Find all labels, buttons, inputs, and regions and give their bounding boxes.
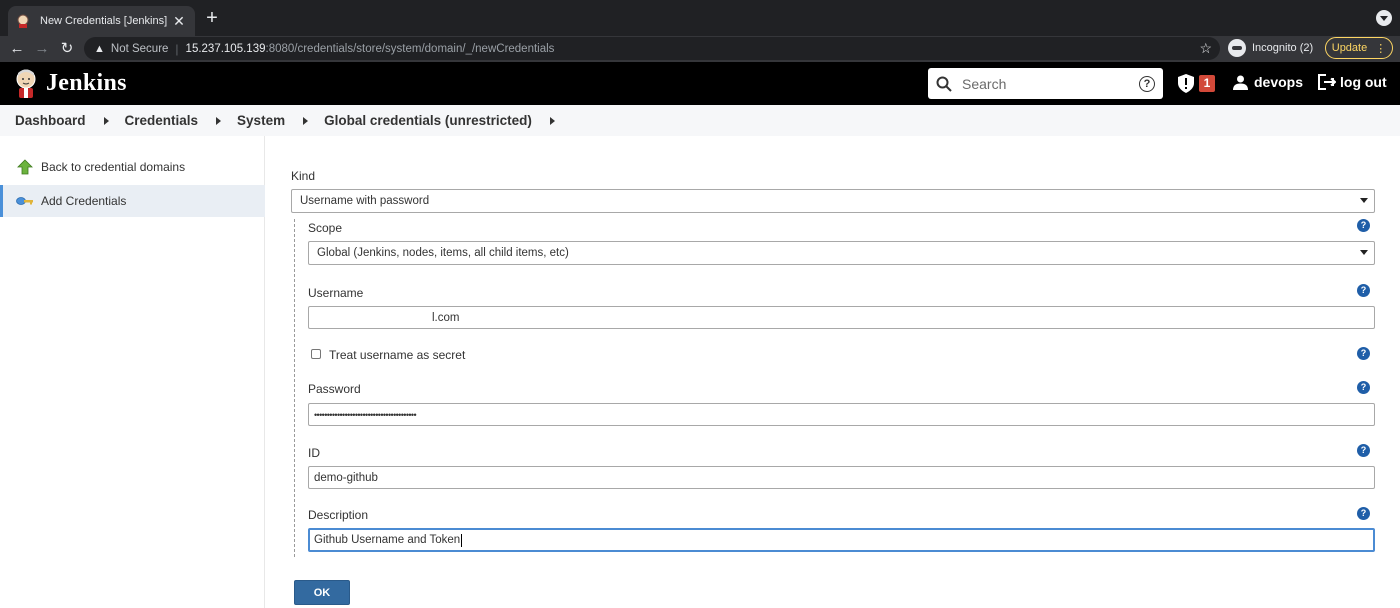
url-host: 15.237.105.139 xyxy=(185,42,266,55)
sidebar-item-add-credentials[interactable]: Add Credentials xyxy=(0,185,265,217)
browser-tab[interactable]: New Credentials [Jenkins] ✕ xyxy=(8,6,195,36)
password-label: Password xyxy=(308,382,361,396)
key-icon xyxy=(16,192,34,210)
breadcrumb-arrow-icon[interactable] xyxy=(216,116,222,125)
treat-secret-help-icon[interactable]: ? xyxy=(1357,347,1370,360)
search-input[interactable]: Search xyxy=(962,76,1139,92)
logout-label: log out xyxy=(1340,74,1387,90)
user-link[interactable]: devops xyxy=(1233,74,1303,90)
jenkins-header: Jenkins Search ? 1 devops log out xyxy=(0,62,1400,105)
kind-value: Username with password xyxy=(300,195,430,207)
breadcrumb-dashboard[interactable]: Dashboard xyxy=(15,113,86,128)
address-bar[interactable]: ▲ Not Secure | 15.237.105.139 :8080/cred… xyxy=(84,37,1220,60)
id-label: ID xyxy=(308,446,320,460)
scope-help-icon[interactable]: ? xyxy=(1357,219,1370,232)
treat-username-secret-checkbox[interactable] xyxy=(311,349,321,359)
treat-username-secret-label[interactable]: Treat username as secret xyxy=(329,348,465,362)
search-icon xyxy=(936,76,952,92)
username-field[interactable]: l.com xyxy=(308,306,1375,329)
breadcrumb: Dashboard Credentials System Global cred… xyxy=(0,105,1400,136)
search-box[interactable]: Search ? xyxy=(928,68,1163,99)
username-label: Username xyxy=(308,286,364,300)
username-label: devops xyxy=(1254,74,1304,90)
back-icon[interactable]: ← xyxy=(6,38,28,60)
description-field[interactable]: Github Username and Token xyxy=(308,528,1375,552)
sidebar: Back to credential domains Add Credentia… xyxy=(0,136,265,608)
scope-value: Global (Jenkins, nodes, items, all child… xyxy=(317,247,569,259)
ok-button[interactable]: OK xyxy=(294,580,350,605)
breadcrumb-arrow-icon[interactable] xyxy=(303,116,309,125)
forward-icon[interactable]: → xyxy=(31,38,53,60)
id-help-icon[interactable]: ? xyxy=(1357,444,1370,457)
kind-label: Kind xyxy=(291,169,316,183)
sidebar-item-label: Add Credentials xyxy=(41,194,127,208)
security-shield-icon[interactable] xyxy=(1178,74,1194,93)
breadcrumb-arrow-icon[interactable] xyxy=(103,116,109,125)
nested-section-divider xyxy=(294,219,295,557)
more-vert-icon: ⋮ xyxy=(1375,42,1387,55)
update-button[interactable]: Update ⋮ xyxy=(1325,37,1393,59)
tab-close-icon[interactable]: ✕ xyxy=(171,13,187,30)
browser-tab-bar: New Credentials [Jenkins] ✕ + xyxy=(0,0,1400,36)
browser-toolbar: ← → ↻ ▲ Not Secure | 15.237.105.139 :808… xyxy=(0,36,1400,62)
not-secure-label: Not Secure xyxy=(110,42,169,55)
text-cursor xyxy=(461,533,463,547)
scope-select[interactable]: Global (Jenkins, nodes, items, all child… xyxy=(308,241,1375,265)
id-field[interactable]: demo-github xyxy=(308,466,1375,489)
breadcrumb-system[interactable]: System xyxy=(237,113,285,128)
password-help-icon[interactable]: ? xyxy=(1357,381,1370,394)
reload-icon[interactable]: ↻ xyxy=(56,38,78,60)
breadcrumb-credentials[interactable]: Credentials xyxy=(125,113,199,128)
logout-link[interactable]: log out xyxy=(1318,74,1387,90)
username-help-icon[interactable]: ? xyxy=(1357,284,1370,297)
new-tab-button[interactable]: + xyxy=(202,8,222,28)
address-separator: | xyxy=(175,41,179,56)
up-arrow-icon xyxy=(16,158,34,176)
logout-icon xyxy=(1318,74,1336,90)
password-field[interactable]: •••••••••••••••••••••••••••••••••••••••• xyxy=(308,403,1375,426)
sidebar-item-back-to-domains[interactable]: Back to credential domains xyxy=(0,151,265,183)
password-value: •••••••••••••••••••••••••••••••••••••••• xyxy=(314,409,417,420)
jenkins-favicon-icon xyxy=(17,14,29,28)
chevron-down-icon xyxy=(1360,250,1368,255)
incognito-icon xyxy=(1228,39,1246,57)
description-label: Description xyxy=(308,508,369,522)
breadcrumb-global-credentials[interactable]: Global credentials (unrestricted) xyxy=(324,113,532,128)
warning-icon: ▲ xyxy=(94,42,105,55)
jenkins-logo-icon[interactable] xyxy=(13,68,39,98)
incognito-label: Incognito (2) xyxy=(1252,42,1314,54)
url-path: :8080/credentials/store/system/domain/_/… xyxy=(265,42,555,55)
jenkins-title[interactable]: Jenkins xyxy=(46,70,127,97)
description-help-icon[interactable]: ? xyxy=(1357,507,1370,520)
user-icon xyxy=(1233,75,1248,90)
username-value: l.com xyxy=(432,311,460,324)
breadcrumb-arrow-icon[interactable] xyxy=(549,116,555,125)
update-label: Update xyxy=(1331,42,1368,54)
incognito-indicator[interactable]: Incognito (2) xyxy=(1228,39,1313,57)
chevron-down-icon xyxy=(1360,198,1368,203)
id-value: demo-github xyxy=(314,471,378,484)
bookmark-star-icon[interactable]: ☆ xyxy=(1199,40,1212,57)
scope-label: Scope xyxy=(308,221,343,235)
tab-search-icon[interactable] xyxy=(1376,10,1392,26)
search-help-icon[interactable]: ? xyxy=(1139,75,1155,92)
description-value: Github Username and Token xyxy=(314,534,461,546)
kind-select[interactable]: Username with password xyxy=(291,189,1375,213)
tab-title: New Credentials [Jenkins] xyxy=(40,15,168,27)
sidebar-item-label: Back to credential domains xyxy=(41,160,186,174)
alert-count-badge[interactable]: 1 xyxy=(1199,75,1215,92)
